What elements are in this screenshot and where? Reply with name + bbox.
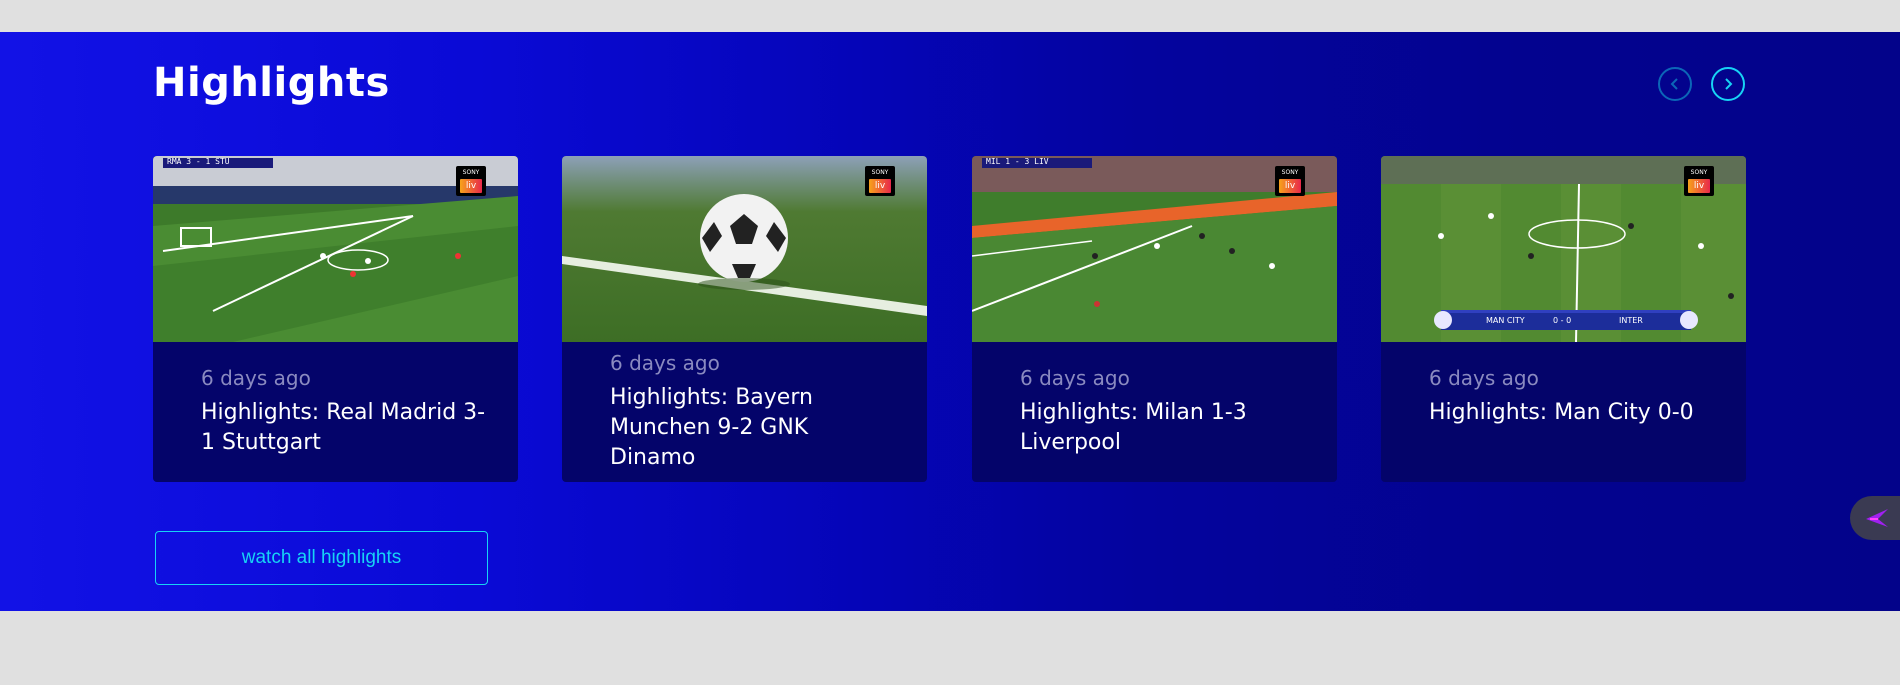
card-date: 6 days ago xyxy=(1020,366,1130,390)
card-date: 6 days ago xyxy=(1429,366,1539,390)
card-meta: 6 days ago Highlights: Real Madrid 3-1 S… xyxy=(201,366,486,458)
scorebug-away: INTER xyxy=(1619,316,1643,325)
video-thumbnail: MAN CITY 0 - 0 INTER SONY liv xyxy=(1381,156,1746,342)
sony-liv-logo: SONY liv xyxy=(1684,166,1714,196)
video-thumbnail: MIL 1 - 3 LIV SONY liv xyxy=(972,156,1337,342)
highlight-card[interactable]: SONY liv 6 days ago Highlights: Bayern Mu… xyxy=(562,156,927,482)
scorebug: RMA 3 - 1 STU xyxy=(167,157,230,166)
side-widget-tab[interactable] xyxy=(1850,496,1900,540)
highlight-card[interactable]: RMA 3 - 1 STU SONY liv 6 days ago Highlig… xyxy=(153,156,518,482)
card-meta: 6 days ago Highlights: Man City 0-0 xyxy=(1429,366,1714,428)
highlight-card[interactable]: MIL 1 - 3 LIV SONY liv 6 days ago Highlig… xyxy=(972,156,1337,482)
card-title[interactable]: Highlights: Man City 0-0 xyxy=(1429,398,1714,428)
watch-all-highlights-button[interactable]: watch all highlights xyxy=(155,531,488,585)
sony-liv-logo: SONY liv xyxy=(1275,166,1305,196)
sony-liv-logo: SONY liv xyxy=(865,166,895,196)
feather-logo-icon xyxy=(1866,509,1888,527)
scorebug: MIL 1 - 3 LIV xyxy=(986,157,1049,166)
video-thumbnail: RMA 3 - 1 STU SONY liv xyxy=(153,156,518,342)
section-title: Highlights xyxy=(153,60,390,106)
card-title[interactable]: Highlights: Milan 1-3 Liverpool xyxy=(1020,398,1305,458)
scorebug-home: MAN CITY xyxy=(1486,316,1525,325)
scorebug-score: 0 - 0 xyxy=(1553,316,1572,325)
video-thumbnail: SONY liv xyxy=(562,156,927,342)
card-meta: 6 days ago Highlights: Milan 1-3 Liverpo… xyxy=(1020,366,1305,458)
card-title[interactable]: Highlights: Real Madrid 3-1 Stuttgart xyxy=(201,398,486,458)
chevron-right-icon xyxy=(1725,78,1733,90)
card-meta: 6 days ago Highlights: Bayern Munchen 9-… xyxy=(610,351,895,473)
chevron-left-icon xyxy=(1670,78,1678,90)
sony-liv-logo: SONY liv xyxy=(456,166,486,196)
highlight-card[interactable]: MAN CITY 0 - 0 INTER SONY liv 6 days ago … xyxy=(1381,156,1746,482)
card-title[interactable]: Highlights: Bayern Munchen 9-2 GNK Dinam… xyxy=(610,383,895,473)
card-date: 6 days ago xyxy=(201,366,311,390)
card-date: 6 days ago xyxy=(610,351,720,375)
carousel-next-button[interactable] xyxy=(1711,67,1745,101)
carousel-prev-button[interactable] xyxy=(1658,67,1692,101)
